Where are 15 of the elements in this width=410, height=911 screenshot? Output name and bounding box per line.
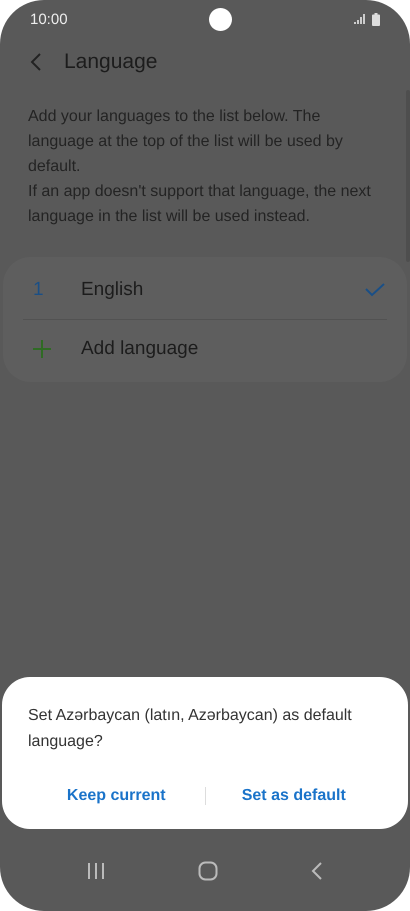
dialog-button[interactable]: Keep current — [28, 777, 204, 815]
add-language-link[interactable]: Add language — [81, 338, 385, 360]
back-nav-icon[interactable] — [311, 862, 324, 880]
page-title: Language — [64, 50, 158, 74]
home-icon[interactable] — [198, 861, 218, 881]
signal-icon — [354, 14, 366, 24]
status-time: 10:00 — [30, 10, 68, 28]
back-icon[interactable] — [30, 52, 42, 72]
dialog-message: Set Azərbaycan (latın, Azərbaycan) as default language? — [28, 706, 353, 752]
dialog-button[interactable]: Set as default — [206, 777, 382, 815]
battery-icon — [372, 12, 380, 26]
language-number: 1 — [33, 279, 45, 301]
language-name[interactable]: English — [81, 279, 365, 301]
camera-hole — [209, 8, 232, 30]
recent-apps-icon[interactable] — [86, 862, 105, 880]
